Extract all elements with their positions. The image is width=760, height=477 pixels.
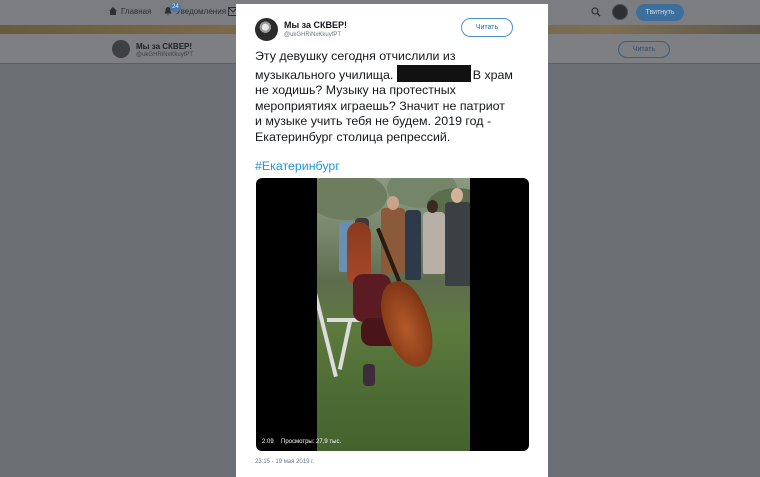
- tweet-author-avatar[interactable]: [255, 18, 278, 41]
- tweet-hashtag-link[interactable]: #Екатеринбург: [255, 159, 340, 173]
- tweet-text: Эту девушку сегодня отчислили из музыкал…: [255, 49, 537, 146]
- tweet-timestamp[interactable]: 23:15 - 19 мая 2019 г.: [255, 459, 314, 465]
- tweet-text-fragment: В храм: [472, 67, 513, 82]
- tweet-text-line: Екатеринбург столица репрессий.: [255, 129, 451, 144]
- chair-frame: [337, 320, 353, 370]
- tree-foliage: [317, 178, 387, 220]
- search-icon[interactable]: [591, 7, 601, 17]
- profile-handle: @ukGHRiNxKkuyfPT: [136, 52, 194, 58]
- tweet-text-line: и музыке учить тебя не будем. 2019 год -: [255, 114, 492, 129]
- tweet-author-name[interactable]: Мы за СКВЕР!: [284, 20, 347, 30]
- profile-follow-button[interactable]: Читать: [618, 41, 670, 58]
- tweet-text-line: Эту девушку сегодня отчислили из: [255, 49, 456, 63]
- chair-frame: [317, 288, 338, 378]
- crowd-person: [445, 202, 470, 286]
- tweet-compose-button[interactable]: Твитнуть: [636, 4, 684, 21]
- video-duration: 2:09: [262, 439, 274, 445]
- video-view-count: Просмотры: 27,9 тыс.: [281, 439, 342, 445]
- nav-home-label: Главная: [121, 6, 152, 16]
- profile-name: Мы за СКВЕР!: [136, 42, 193, 51]
- nav-home[interactable]: Главная: [108, 6, 151, 16]
- video-frame: [317, 178, 470, 451]
- tweet-text-line: музыкального училища. В храм: [255, 64, 537, 84]
- notifications-count-badge: 24: [170, 3, 181, 12]
- tweet-text-fragment: музыкального училища.: [255, 67, 394, 82]
- tweet-text-line: мероприятиях играешь? Значит не патриот: [255, 98, 505, 113]
- tweet-author-handle[interactable]: @ukGHRiNxKkuyfPT: [284, 32, 341, 38]
- crowd-head: [387, 196, 399, 210]
- tweet-follow-button[interactable]: Читать: [461, 18, 513, 37]
- crowd-head: [427, 200, 438, 213]
- tweet-modal: Мы за СКВЕР! @ukGHRiNxKkuyfPT Читать Эту…: [236, 4, 548, 477]
- tweet-text-line: не ходишь? Музыку на протестных: [255, 83, 456, 98]
- tweet-video-player[interactable]: 2:09 Просмотры: 27,9 тыс.: [256, 178, 529, 451]
- crowd-person: [423, 212, 445, 274]
- crowd-person: [405, 210, 421, 280]
- redaction-bar: [396, 64, 471, 82]
- home-icon: [109, 7, 117, 15]
- crowd-head: [451, 188, 463, 203]
- user-avatar[interactable]: [612, 4, 628, 20]
- nav-notifications-label: Уведомления: [176, 6, 227, 16]
- cellist-shoe: [363, 364, 375, 386]
- profile-avatar[interactable]: [112, 40, 130, 58]
